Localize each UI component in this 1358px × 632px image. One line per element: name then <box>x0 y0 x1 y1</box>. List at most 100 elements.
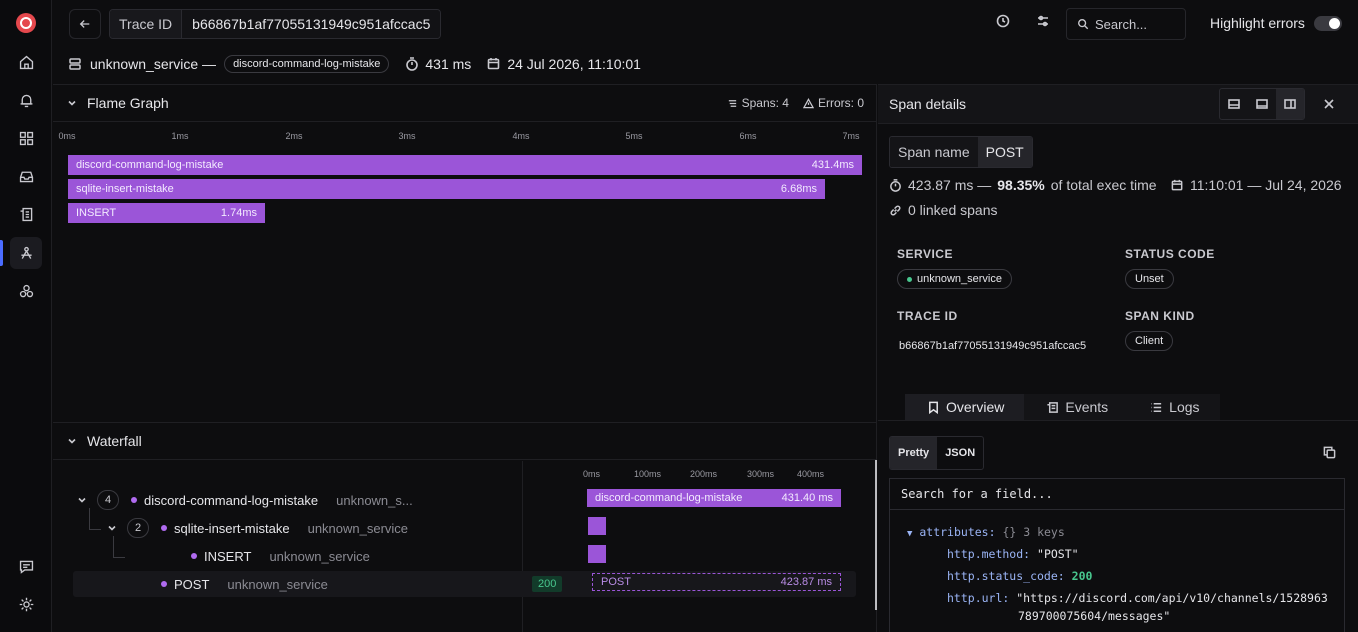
highlight-errors-toggle[interactable] <box>1314 16 1342 31</box>
traces-icon[interactable] <box>10 237 42 269</box>
service-pill: unknown_service <box>897 269 1012 289</box>
warning-triangle-icon <box>802 97 814 108</box>
service-status-dot <box>907 276 912 282</box>
copy-icon[interactable] <box>1323 446 1336 462</box>
span-name-display: Span name POST <box>889 136 1033 168</box>
json-key: http.method: <box>947 547 1031 561</box>
span-name: sqlite-insert-mistake <box>174 520 290 536</box>
settings-gear-icon[interactable] <box>10 588 42 620</box>
trace-id-value[interactable]: b66867b1af77055131949c951afccac5 <box>899 340 1086 352</box>
span-time-line: 11:10:01 — Jul 24, 2026 <box>1171 177 1342 193</box>
json-value: "POST" <box>1037 547 1079 561</box>
errors-count: Errors: 0 <box>817 96 864 110</box>
waterfall-bar[interactable] <box>588 517 606 535</box>
chevron-down-icon[interactable] <box>107 523 117 533</box>
span-percent: 98.35% <box>997 177 1045 193</box>
flame-bar-sqlite-insert[interactable]: sqlite-insert-mistake 6.68ms <box>68 179 825 199</box>
format-pretty-button[interactable]: Pretty <box>890 437 938 469</box>
layout-switcher <box>1219 88 1305 120</box>
close-icon[interactable] <box>1323 97 1335 113</box>
list-icon <box>728 99 736 107</box>
trace-timestamp-value: 24 Jul 2026, 11:10:01 <box>507 56 641 72</box>
flame-bar-duration: 6.68ms <box>780 183 817 195</box>
tab-events[interactable]: Events <box>1024 394 1129 420</box>
flame-axis: 0ms 1ms 2ms 3ms 4ms 5ms 6ms 7ms <box>58 131 867 143</box>
span-service: unknown_service <box>269 548 370 564</box>
chevron-down-icon[interactable] <box>67 98 77 108</box>
json-value: "https://discord.com/api/v10/channels/15… <box>1016 591 1328 605</box>
span-details-panel: Span details Span name POST 423.87 ms — … <box>878 84 1358 632</box>
app-logo-icon[interactable] <box>16 13 36 33</box>
json-key: attributes: <box>919 525 996 539</box>
field-search-input[interactable] <box>901 487 1301 501</box>
scroll-icon <box>1047 401 1059 413</box>
flame-bar-name: discord-command-log-mistake <box>76 159 224 171</box>
tab-logs[interactable]: Logs <box>1128 394 1220 420</box>
layout-bottom-icon[interactable] <box>1220 89 1248 119</box>
trace-id-label: Trace ID <box>110 10 183 38</box>
linked-spans-line[interactable]: 0 linked spans <box>889 202 998 218</box>
span-service: unknown_s... <box>336 492 413 508</box>
format-switcher: Pretty JSON <box>889 436 985 470</box>
waterfall-bar[interactable] <box>588 545 606 563</box>
search-box[interactable] <box>1066 8 1186 40</box>
waterfall-bar[interactable]: discord-command-log-mistake 431.40 ms <box>587 489 841 507</box>
dashboards-grid-icon[interactable] <box>10 122 42 154</box>
span-percent-suffix: of total exec time <box>1050 177 1157 193</box>
waterfall-row[interactable]: 2 sqlite-insert-mistake unknown_service <box>73 515 856 541</box>
waterfall-axis-tick: 300ms <box>747 469 775 479</box>
json-value: 789700075604/messages" <box>1018 609 1171 623</box>
span-details-header: Span details <box>878 85 1358 124</box>
span-service: unknown_service <box>307 520 409 536</box>
tab-label: Events <box>1065 399 1109 415</box>
tab-overview[interactable]: Overview <box>905 394 1025 420</box>
flame-bar-discord-command[interactable]: discord-command-log-mistake 431.4ms <box>68 155 862 175</box>
layout-split-icon[interactable] <box>1248 89 1276 119</box>
chevron-down-icon[interactable] <box>77 495 87 505</box>
waterfall-header[interactable]: Waterfall <box>53 423 876 460</box>
flame-bar-insert[interactable]: INSERT 1.74ms <box>68 203 265 223</box>
format-json-button[interactable]: JSON <box>937 437 983 469</box>
span-details-title: Span details <box>889 96 967 112</box>
flame-graph-title: Flame Graph <box>87 95 169 111</box>
history-clock-icon[interactable] <box>996 14 1014 32</box>
services-icon[interactable] <box>10 275 42 307</box>
waterfall-row[interactable]: INSERT unknown_service <box>73 543 856 569</box>
home-icon[interactable] <box>10 46 42 78</box>
root-span-chip[interactable]: discord-command-log-mistake <box>224 55 390 73</box>
flame-axis-tick: 5ms <box>625 131 643 141</box>
waterfall-bar-label: discord-command-log-mistake <box>595 492 743 504</box>
json-attributes-line[interactable]: ▼ attributes: {} 3 keys <box>907 525 1065 539</box>
trace-timestamp: 24 Jul 2026, 11:10:01 <box>487 56 641 72</box>
flame-graph-header[interactable]: Flame Graph Spans: 4 Errors: 0 <box>53 85 876 122</box>
waterfall-bar-label: POST <box>601 576 631 588</box>
alerts-bell-icon[interactable] <box>10 84 42 116</box>
field-search[interactable] <box>890 479 1344 510</box>
chevron-down-icon[interactable] <box>67 436 77 446</box>
search-input[interactable] <box>1095 16 1175 32</box>
chat-feedback-icon[interactable] <box>10 550 42 582</box>
trace-meta-row: unknown_service — discord-command-log-mi… <box>68 52 641 76</box>
spans-count: Spans: 4 <box>741 96 789 110</box>
inbox-icon[interactable] <box>10 160 42 192</box>
highlight-errors-label: Highlight errors <box>1210 15 1305 31</box>
logs-scroll-icon[interactable] <box>10 198 42 230</box>
layout-side-icon[interactable] <box>1276 89 1304 119</box>
top-bar: Trace ID b66867b1af77055131949c951afccac… <box>53 0 1358 46</box>
service-name: unknown_service — <box>90 56 217 72</box>
span-color-dot <box>131 497 137 503</box>
span-duration-line: 423.87 ms — 98.35% of total exec time <box>889 177 1157 193</box>
tab-label: Overview <box>946 399 1005 415</box>
link-icon <box>890 205 901 215</box>
waterfall-scrollbar[interactable] <box>875 460 877 610</box>
filter-sliders-icon[interactable] <box>1036 14 1054 32</box>
back-button[interactable] <box>69 9 101 39</box>
service-value: unknown_service <box>917 273 1002 285</box>
waterfall-title: Waterfall <box>87 433 142 449</box>
trace-id-value[interactable]: b66867b1af77055131949c951afccac5 <box>182 10 441 38</box>
span-name-label: Span name <box>890 137 978 167</box>
trace-duration-value: 431 ms <box>425 56 472 72</box>
waterfall-bar-selected[interactable]: POST 423.87 ms <box>592 573 841 591</box>
child-count-badge: 2 <box>127 518 149 538</box>
span-name: discord-command-log-mistake <box>144 492 319 508</box>
